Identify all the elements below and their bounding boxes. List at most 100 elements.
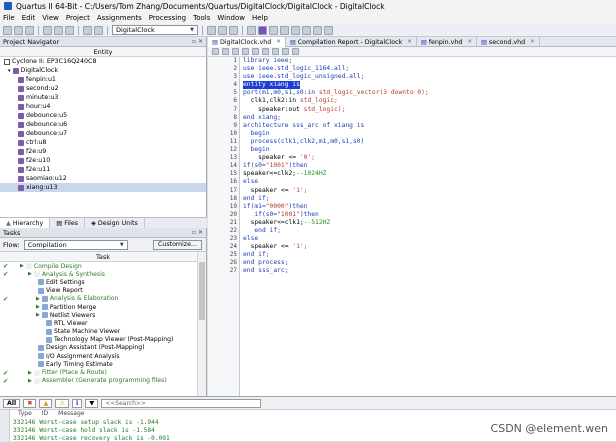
code-text[interactable]: library ieee; use ieee.std_logic_1164.all… [240,57,616,396]
start-compilation-icon[interactable] [258,25,267,35]
code-line[interactable]: end if; [240,195,616,203]
menu-edit[interactable]: Edit [22,14,36,22]
task-row[interactable]: RTL Viewer [0,319,206,327]
code-line[interactable]: end if; [240,227,616,235]
document-tab[interactable]: ▤ Compilation Report - DigitalClock ✕ [286,37,417,47]
task-row[interactable]: State Machine Viewer [0,328,206,336]
code-line[interactable]: use ieee.std_logic_unsigned.all; [240,73,616,81]
programmer-icon[interactable] [302,25,311,35]
document-tab[interactable]: ▤ DigitalClock.vhd ✕ [208,37,286,47]
paste-icon[interactable] [65,25,74,35]
redo-icon[interactable] [94,25,103,35]
document-tab[interactable]: ▤ second.vhd ✕ [477,37,540,47]
analysis-icon[interactable] [269,25,278,35]
info-filter-icon[interactable]: ℹ [71,398,83,408]
device-row[interactable]: Cyclone II: EP3C16Q240C8 [0,57,206,66]
code-line[interactable]: clk1,clk2:in std_logic; [240,97,616,105]
report-icon[interactable] [291,25,300,35]
panel-controls-icon[interactable]: ▫ ✕ [192,38,203,45]
close-icon[interactable]: ✕ [407,39,412,45]
code-line[interactable]: process(clk1,clk2,m1,m0,s1,s0) [240,138,616,146]
task-row[interactable]: View Report [0,287,206,295]
task-row[interactable]: ✔ ▶ Fitter (Place & Route) [0,368,206,377]
expand-arrow-icon[interactable]: ▶ [36,296,40,302]
tasks-scrollbar[interactable] [197,252,206,396]
task-row[interactable]: I/O Assignment Analysis [0,352,206,360]
tab-hierarchy[interactable]: ▲ Hierarchy [0,217,51,229]
stop-icon[interactable] [247,25,256,35]
task-row[interactable]: ▶ Partition Merge [0,303,206,311]
task-row[interactable]: Design Assistant (Post-Mapping) [0,344,206,352]
go-to-line-icon[interactable] [282,48,289,55]
close-icon[interactable]: ✕ [530,39,535,45]
task-row[interactable]: ✔ ▶ Compile Design [0,262,206,270]
indent-icon[interactable] [222,48,229,55]
code-line[interactable]: else [240,235,616,243]
code-line[interactable]: architecture sss_arc of xiang is [240,122,616,130]
entity-row[interactable]: xiang:u13 [0,183,206,192]
find-icon[interactable] [212,48,219,55]
critical-filter-icon[interactable]: ⚠ [55,398,69,408]
task-row[interactable]: ✔ ▶ Analysis & Elaboration [0,295,206,303]
expand-arrow-icon[interactable]: ▶ [36,312,40,318]
expand-arrow-icon[interactable]: ▶ [28,370,32,376]
close-icon[interactable]: ✕ [276,39,281,45]
expand-arrow-icon[interactable]: ▶ [28,271,32,277]
error-filter-icon[interactable]: ✖ [23,398,37,408]
task-row[interactable]: ✔ ▶ Analysis & Synthesis [0,270,206,278]
filter-icon[interactable]: ▼ [85,398,99,408]
panel-controls-icon[interactable]: ▫ ✕ [192,229,203,236]
entity-row[interactable]: fenpin:u1 [0,75,206,84]
code-line[interactable]: end process; [240,259,616,267]
entity-row[interactable]: second:u2 [0,84,206,93]
code-editor[interactable]: 1 2 3 4 5 6 7 8 9 10 11 12 13 14 15 16 17 18 19 20 21 22 23 24 2… [208,57,616,396]
collapse-icon[interactable]: ▾ [8,68,11,74]
uncomment-icon[interactable] [262,48,269,55]
task-row[interactable]: Early Timing Estimate [0,360,206,368]
entity-select[interactable]: DigitalClock ▼ [112,25,198,35]
code-line[interactable]: else [240,178,616,186]
tab-design-units[interactable]: ◈ Design Units [85,217,145,229]
expand-arrow-icon[interactable]: ▶ [36,304,40,310]
filter-all-button[interactable]: All [3,398,21,408]
expand-arrow-icon[interactable]: ▶ [28,378,32,384]
document-tab[interactable]: ▤ fenpin.vhd ✕ [417,37,477,47]
code-line[interactable]: end sss_arc; [240,267,616,275]
copy-icon[interactable] [54,25,63,35]
code-line[interactable]: begin [240,130,616,138]
code-line[interactable]: if(s0= "1001")then [240,162,616,170]
entity-row[interactable]: debounce:u5 [0,111,206,120]
cut-icon[interactable] [43,25,52,35]
bookmark-icon[interactable] [242,48,249,55]
code-line[interactable]: if(m1= "0000")then [240,203,616,211]
entity-row[interactable]: f2e:u10 [0,156,206,165]
code-line[interactable]: end if; [240,251,616,259]
flow-select[interactable]: Compilation ▼ [23,239,128,250]
code-line[interactable]: end xiang; [240,114,616,122]
code-line[interactable]: speaker <= '0'; [240,154,616,162]
new-file-icon[interactable] [3,25,12,35]
entity-row[interactable]: f2e:u9 [0,147,206,156]
timing-icon[interactable] [280,25,289,35]
menu-view[interactable]: View [42,14,59,22]
menu-file[interactable]: File [3,14,15,22]
tab-files[interactable]: ▤ Files [50,217,86,229]
comment-icon[interactable] [252,48,259,55]
code-line[interactable]: speaker <= '1'; [240,243,616,251]
task-row[interactable]: Edit Settings [0,278,206,286]
entity-row[interactable]: ctrl:u8 [0,138,206,147]
menu-help[interactable]: Help [252,14,268,22]
entity-row[interactable]: minute:u3 [0,93,206,102]
menu-tools[interactable]: Tools [193,14,210,22]
code-line[interactable]: begin [240,146,616,154]
task-row[interactable]: ✔ ▶ Assembler (Generate programming files) [0,377,206,385]
code-line[interactable]: library ieee; [240,57,616,65]
code-line[interactable]: speaker<=clk1; --512HZ [240,219,616,227]
menu-window[interactable]: Window [217,14,245,22]
chip-planner-icon[interactable] [218,25,227,35]
netlist-icon[interactable] [313,25,322,35]
code-line[interactable]: use ieee.std_logic_1164.all; [240,65,616,73]
warning-filter-icon[interactable]: ▲ [39,398,53,408]
code-line[interactable]: if(s0= "1001")then [240,211,616,219]
menu-assignments[interactable]: Assignments [97,14,142,22]
